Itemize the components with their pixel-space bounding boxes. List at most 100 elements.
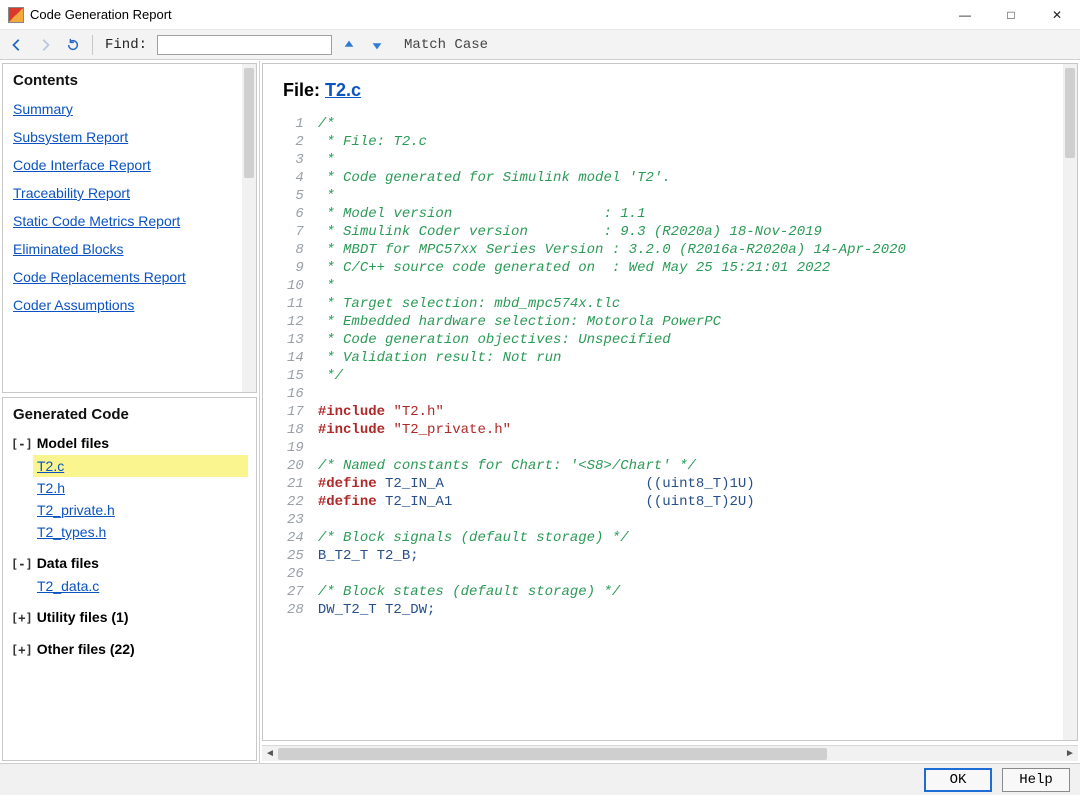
code-line: 11 * Target selection: mbd_mpc574x.tlc (283, 295, 906, 313)
generated-code-tree: [-] Model files T2.cT2.hT2_private.hT2_typ… (3, 429, 256, 667)
back-button[interactable] (6, 34, 28, 56)
line-number: 17 (283, 403, 318, 421)
line-source[interactable]: * Code generated for Simulink model 'T2'… (318, 169, 906, 187)
line-source[interactable]: /* (318, 115, 906, 133)
code-hscrollbar[interactable]: ◄ ► (262, 745, 1078, 761)
close-button[interactable]: ✕ (1034, 0, 1080, 30)
line-number: 18 (283, 421, 318, 439)
code-line: 2 * File: T2.c (283, 133, 906, 151)
hscroll-right-arrow[interactable]: ► (1062, 746, 1078, 762)
line-source[interactable] (318, 511, 906, 529)
file-link-t2-private-h[interactable]: T2_private.h (33, 499, 248, 521)
line-source[interactable]: */ (318, 367, 906, 385)
titlebar: Code Generation Report — □ ✕ (0, 0, 1080, 30)
line-source[interactable]: * Validation result: Not run (318, 349, 906, 367)
line-source[interactable] (318, 439, 906, 457)
tree-section-label: Utility files (1) (37, 609, 129, 625)
toolbar-separator (92, 35, 93, 55)
line-source[interactable]: * Code generation objectives: Unspecifie… (318, 331, 906, 349)
line-source[interactable]: * Target selection: mbd_mpc574x.tlc (318, 295, 906, 313)
line-number: 22 (283, 493, 318, 511)
file-link-t2-data-c[interactable]: T2_data.c (33, 575, 248, 597)
hscroll-left-arrow[interactable]: ◄ (262, 746, 278, 762)
maximize-button[interactable]: □ (988, 0, 1034, 30)
minimize-button[interactable]: — (942, 0, 988, 30)
line-source[interactable]: /* Named constants for Chart: '<S8>/Char… (318, 457, 906, 475)
line-source[interactable]: * (318, 277, 906, 295)
contents-link-code-interface-report[interactable]: Code Interface Report (3, 151, 256, 179)
code-vscrollbar[interactable] (1063, 64, 1077, 740)
contents-link-eliminated-blocks[interactable]: Eliminated Blocks (3, 235, 256, 263)
contents-list: SummarySubsystem ReportCode Interface Re… (3, 95, 256, 319)
file-link-t2-types-h[interactable]: T2_types.h (33, 521, 248, 543)
file-name-link[interactable]: T2.c (325, 80, 361, 100)
contents-link-coder-assumptions[interactable]: Coder Assumptions (3, 291, 256, 319)
tree-toggle-icon[interactable]: [-] (11, 437, 33, 451)
line-source[interactable]: #define T2_IN_A ((uint8_T)1U) (318, 475, 906, 493)
line-source[interactable]: B_T2_T T2_B; (318, 547, 906, 565)
contents-link-traceability-report[interactable]: Traceability Report (3, 179, 256, 207)
line-source[interactable] (318, 385, 906, 403)
line-source[interactable] (318, 565, 906, 583)
line-source[interactable]: #define T2_IN_A1 ((uint8_T)2U) (318, 493, 906, 511)
line-source[interactable]: * Embedded hardware selection: Motorola … (318, 313, 906, 331)
line-source[interactable]: /* Block signals (default storage) */ (318, 529, 906, 547)
tree-section-label: Other files (22) (37, 641, 135, 657)
refresh-button[interactable] (62, 34, 84, 56)
find-next-button[interactable] (366, 34, 388, 56)
line-number: 8 (283, 241, 318, 259)
line-number: 1 (283, 115, 318, 133)
tree-section-model-files[interactable]: [-] Model files (11, 431, 248, 455)
tree-section-data-files[interactable]: [-]Data files (11, 551, 248, 575)
line-source[interactable]: * (318, 151, 906, 169)
line-source[interactable]: * File: T2.c (318, 133, 906, 151)
contents-link-code-replacements-report[interactable]: Code Replacements Report (3, 263, 256, 291)
contents-link-subsystem-report[interactable]: Subsystem Report (3, 123, 256, 151)
line-number: 15 (283, 367, 318, 385)
code-line: 19 (283, 439, 906, 457)
code-view[interactable]: File: T2.c 1/*2 * File: T2.c3 *4 * Code … (262, 63, 1078, 741)
line-source[interactable]: #include "T2.h" (318, 403, 906, 421)
footer: OK Help (0, 763, 1080, 795)
tree-section-utility-files-1-[interactable]: [+] Utility files (1) (11, 605, 248, 629)
line-number: 11 (283, 295, 318, 313)
code-line: 28DW_T2_T T2_DW; (283, 601, 906, 619)
left-column: Contents SummarySubsystem ReportCode Int… (0, 61, 260, 763)
line-source[interactable]: * Simulink Coder version : 9.3 (R2020a) … (318, 223, 906, 241)
code-line: 21#define T2_IN_A ((uint8_T)1U) (283, 475, 906, 493)
tree-toggle-icon[interactable]: [+] (11, 611, 33, 625)
tree-section-other-files-22-[interactable]: [+] Other files (22) (11, 637, 248, 661)
line-number: 24 (283, 529, 318, 547)
tree-toggle-icon[interactable]: [+] (11, 643, 33, 657)
code-line: 12 * Embedded hardware selection: Motoro… (283, 313, 906, 331)
contents-link-static-code-metrics-report[interactable]: Static Code Metrics Report (3, 207, 256, 235)
line-source[interactable]: * Model version : 1.1 (318, 205, 906, 223)
ok-button[interactable]: OK (924, 768, 992, 792)
file-link-t2-c[interactable]: T2.c (33, 455, 248, 477)
line-number: 4 (283, 169, 318, 187)
line-source[interactable]: DW_T2_T T2_DW; (318, 601, 906, 619)
line-source[interactable]: * C/C++ source code generated on : Wed M… (318, 259, 906, 277)
help-button[interactable]: Help (1002, 768, 1070, 792)
line-source[interactable]: /* Block states (default storage) */ (318, 583, 906, 601)
find-input[interactable] (157, 35, 332, 55)
contents-scrollbar[interactable] (242, 64, 256, 392)
find-prev-button[interactable] (338, 34, 360, 56)
tree-toggle-icon[interactable]: [-] (11, 557, 33, 571)
code-line: 5 * (283, 187, 906, 205)
code-line: 13 * Code generation objectives: Unspeci… (283, 331, 906, 349)
line-number: 25 (283, 547, 318, 565)
line-source[interactable]: * MBDT for MPC57xx Series Version : 3.2.… (318, 241, 906, 259)
file-label: File: (283, 80, 325, 100)
match-case-toggle[interactable]: Match Case (404, 37, 488, 53)
code-line: 14 * Validation result: Not run (283, 349, 906, 367)
tree-section-label: Model files (37, 435, 109, 451)
line-number: 28 (283, 601, 318, 619)
line-source[interactable]: #include "T2_private.h" (318, 421, 906, 439)
line-source[interactable]: * (318, 187, 906, 205)
line-number: 13 (283, 331, 318, 349)
line-number: 6 (283, 205, 318, 223)
forward-button[interactable] (34, 34, 56, 56)
contents-link-summary[interactable]: Summary (3, 95, 256, 123)
file-link-t2-h[interactable]: T2.h (33, 477, 248, 499)
